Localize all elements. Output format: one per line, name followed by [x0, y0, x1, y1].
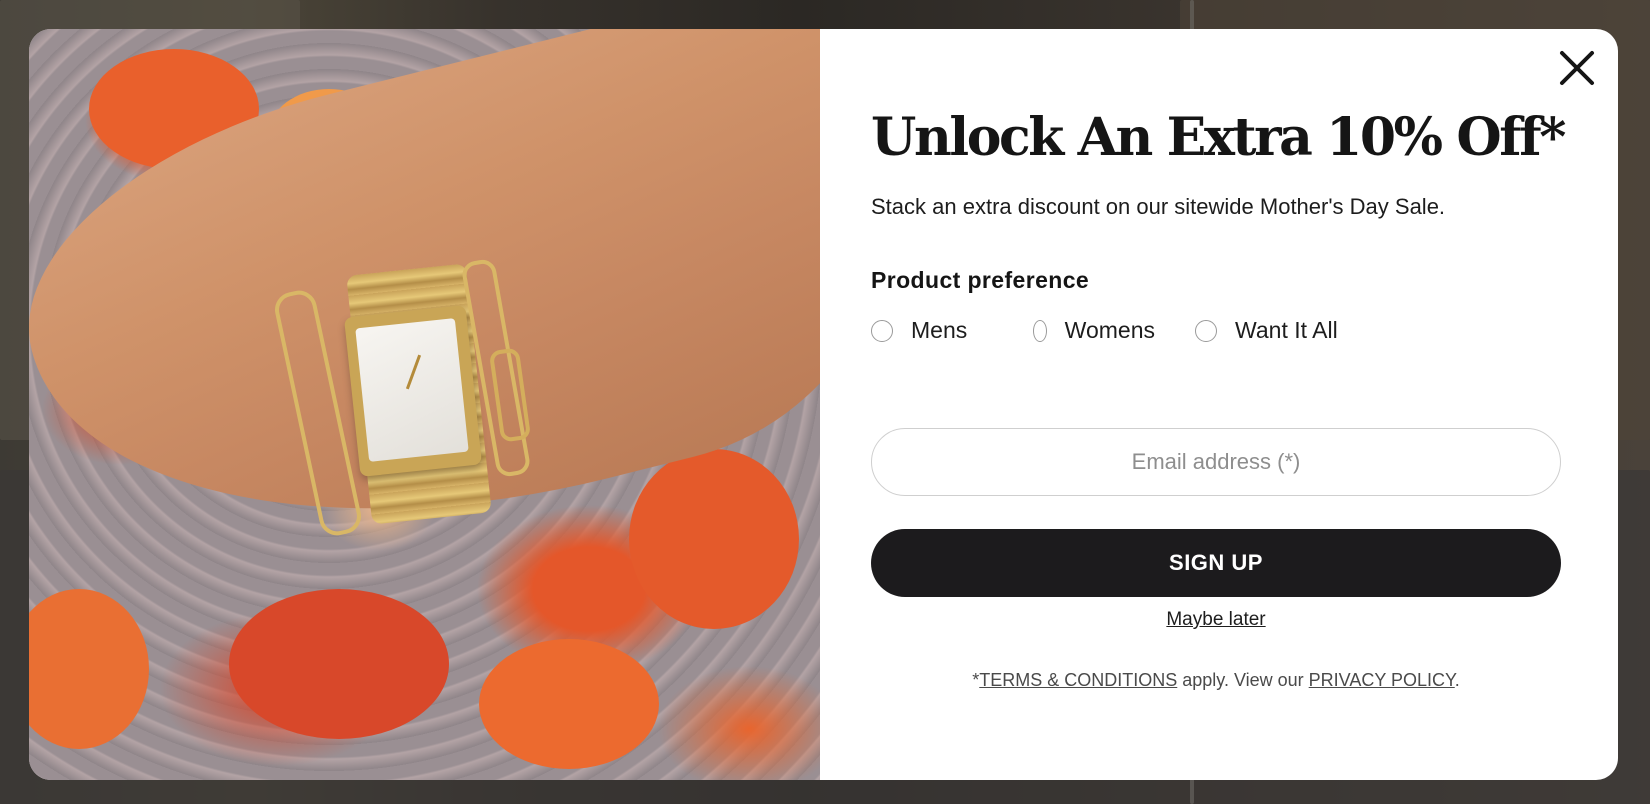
legal-suffix: . [1454, 670, 1460, 690]
pattern-flower [629, 449, 799, 629]
radio-label: Want It All [1235, 317, 1338, 343]
pattern-flower [229, 589, 449, 739]
sign-up-button[interactable]: SIGN UP [871, 529, 1561, 597]
radio-option-mens[interactable]: Mens [871, 317, 993, 344]
watch-face [355, 318, 469, 462]
radio-option-want-it-all[interactable]: Want It All [1195, 317, 1338, 344]
close-button[interactable] [1556, 47, 1598, 89]
pattern-flower [29, 589, 149, 749]
radio-option-womens[interactable]: Womens [1033, 317, 1155, 344]
pattern-flower [479, 639, 659, 769]
modal-subheadline: Stack an extra discount on our sitewide … [871, 194, 1446, 219]
terms-link[interactable]: TERMS & CONDITIONS [979, 670, 1177, 690]
maybe-later-link[interactable]: Maybe later [871, 609, 1561, 631]
radio-circle[interactable] [1033, 319, 1047, 342]
modal-headline: Unlock An Extra 10% Off* [871, 107, 1566, 168]
legal-middle: apply. View our [1177, 670, 1309, 690]
email-field[interactable] [871, 428, 1561, 496]
privacy-policy-link[interactable]: PRIVACY POLICY [1309, 670, 1455, 690]
radio-label: Mens [911, 317, 968, 343]
signup-panel: Unlock An Extra 10% Off* Stack an extra … [820, 29, 1618, 780]
close-icon [1560, 51, 1594, 85]
product-preference-label: Product preference [871, 267, 1090, 293]
radio-circle[interactable] [871, 319, 893, 342]
product-preference-group: Mens Womens Want It All [871, 317, 1378, 344]
legal-notice: *TERMS & CONDITIONS apply. View our PRIV… [871, 670, 1561, 691]
signup-modal: Unlock An Extra 10% Off* Stack an extra … [29, 29, 1618, 780]
radio-label: Womens [1064, 317, 1155, 343]
radio-circle[interactable] [1195, 319, 1217, 342]
lifestyle-photo [29, 29, 820, 780]
